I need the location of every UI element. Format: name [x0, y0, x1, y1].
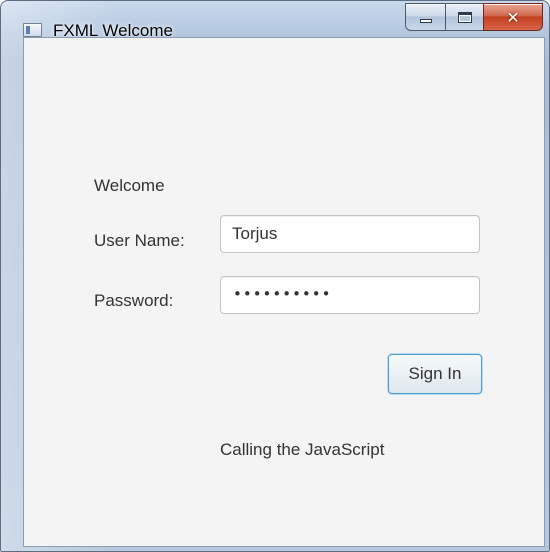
maximize-icon: [457, 11, 472, 23]
title-bar[interactable]: FXML Welcome ✕: [1, 1, 549, 40]
close-icon: ✕: [506, 7, 520, 27]
minimize-icon: [419, 19, 432, 23]
welcome-heading: Welcome: [94, 176, 165, 195]
action-message: Calling the JavaScript: [220, 440, 385, 459]
username-label: User Name:: [94, 231, 185, 250]
maximize-button[interactable]: [445, 3, 483, 31]
sign-in-button[interactable]: Sign In: [388, 354, 482, 394]
password-label: Password:: [94, 291, 174, 310]
window-controls: ✕: [405, 3, 543, 31]
password-field[interactable]: [220, 276, 480, 314]
username-field[interactable]: [220, 215, 480, 253]
app-window: FXML Welcome ✕ Welcome User Name: Passwo…: [0, 0, 550, 552]
close-button[interactable]: ✕: [483, 3, 543, 31]
content-pane: Welcome User Name: Password: •••••••••• …: [23, 37, 545, 547]
minimize-button[interactable]: [405, 3, 445, 31]
app-icon: [23, 23, 42, 37]
